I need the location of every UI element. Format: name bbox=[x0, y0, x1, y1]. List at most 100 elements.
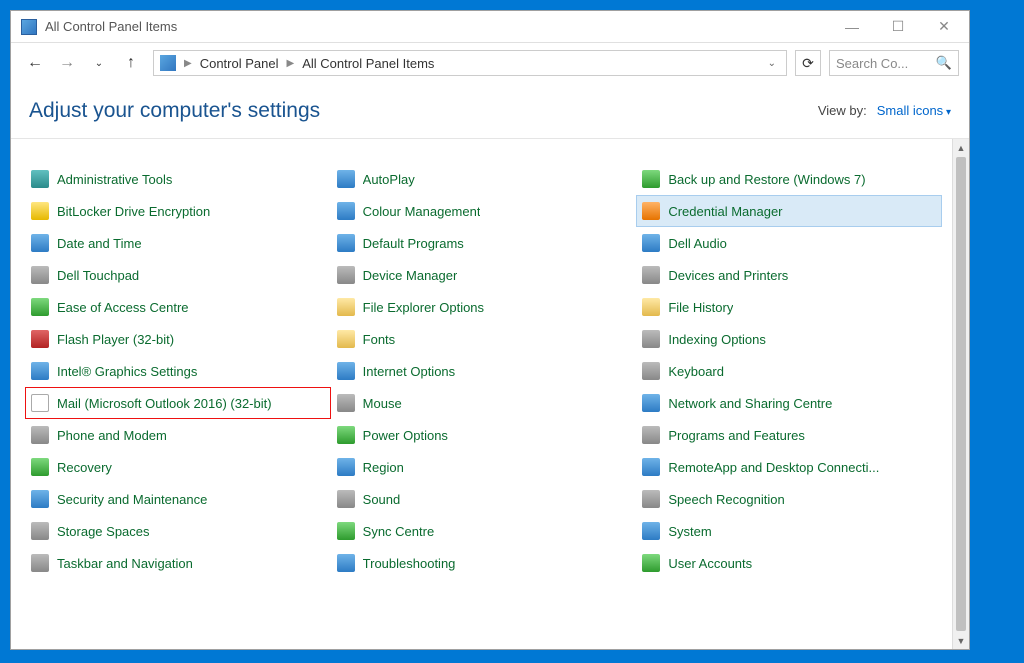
item-icon bbox=[337, 490, 355, 508]
cp-item-speech-recognition[interactable]: Speech Recognition bbox=[636, 483, 942, 515]
cp-item-colour-management[interactable]: Colour Management bbox=[331, 195, 637, 227]
item-icon bbox=[337, 298, 355, 316]
search-placeholder: Search Co... bbox=[836, 56, 908, 71]
cp-item-storage-spaces[interactable]: Storage Spaces bbox=[25, 515, 331, 547]
item-icon bbox=[31, 522, 49, 540]
cp-item-troubleshooting[interactable]: Troubleshooting bbox=[331, 547, 637, 579]
cp-item-region[interactable]: Region bbox=[331, 451, 637, 483]
item-label: System bbox=[668, 524, 711, 539]
cp-item-user-accounts[interactable]: User Accounts bbox=[636, 547, 942, 579]
item-icon bbox=[31, 426, 49, 444]
item-label: File Explorer Options bbox=[363, 300, 484, 315]
up-button[interactable]: ↑ bbox=[117, 49, 145, 77]
cp-item-intel-graphics-settings[interactable]: Intel® Graphics Settings bbox=[25, 355, 331, 387]
cp-item-keyboard[interactable]: Keyboard bbox=[636, 355, 942, 387]
item-icon bbox=[337, 170, 355, 188]
cp-item-network-and-sharing-centre[interactable]: Network and Sharing Centre bbox=[636, 387, 942, 419]
cp-item-mail-microsoft-outlook-2016-32-bit[interactable]: Mail (Microsoft Outlook 2016) (32-bit) bbox=[25, 387, 331, 419]
cp-item-bitlocker-drive-encryption[interactable]: BitLocker Drive Encryption bbox=[25, 195, 331, 227]
item-icon bbox=[337, 426, 355, 444]
cp-item-sync-centre[interactable]: Sync Centre bbox=[331, 515, 637, 547]
minimize-button[interactable]: — bbox=[829, 12, 875, 42]
cp-item-phone-and-modem[interactable]: Phone and Modem bbox=[25, 419, 331, 451]
cp-item-remoteapp-and-desktop-connecti[interactable]: RemoteApp and Desktop Connecti... bbox=[636, 451, 942, 483]
item-icon bbox=[337, 234, 355, 252]
cp-item-sound[interactable]: Sound bbox=[331, 483, 637, 515]
address-chevron-icon[interactable]: ⌄ bbox=[764, 58, 780, 69]
item-icon bbox=[31, 362, 49, 380]
item-label: Taskbar and Navigation bbox=[57, 556, 193, 571]
cp-item-date-and-time[interactable]: Date and Time bbox=[25, 227, 331, 259]
item-icon bbox=[642, 426, 660, 444]
item-label: Indexing Options bbox=[668, 332, 766, 347]
cp-item-system[interactable]: System bbox=[636, 515, 942, 547]
control-panel-icon bbox=[21, 19, 37, 35]
item-label: Power Options bbox=[363, 428, 448, 443]
scroll-up-icon[interactable]: ▲ bbox=[953, 139, 969, 156]
breadcrumb-sep-icon: ▶ bbox=[284, 58, 296, 69]
item-icon bbox=[31, 458, 49, 476]
item-label: Troubleshooting bbox=[363, 556, 456, 571]
address-bar[interactable]: ▶ Control Panel ▶ All Control Panel Item… bbox=[153, 50, 787, 76]
item-label: Dell Touchpad bbox=[57, 268, 139, 283]
view-by-select[interactable]: Small icons bbox=[877, 103, 951, 118]
item-icon bbox=[31, 394, 49, 412]
address-icon bbox=[160, 55, 176, 71]
cp-item-internet-options[interactable]: Internet Options bbox=[331, 355, 637, 387]
cp-item-flash-player-32-bit[interactable]: Flash Player (32-bit) bbox=[25, 323, 331, 355]
cp-item-file-explorer-options[interactable]: File Explorer Options bbox=[331, 291, 637, 323]
recent-dropdown[interactable]: ⌄ bbox=[85, 49, 113, 77]
item-icon bbox=[642, 202, 660, 220]
cp-item-security-and-maintenance[interactable]: Security and Maintenance bbox=[25, 483, 331, 515]
item-label: Date and Time bbox=[57, 236, 142, 251]
cp-item-default-programs[interactable]: Default Programs bbox=[331, 227, 637, 259]
cp-item-mouse[interactable]: Mouse bbox=[331, 387, 637, 419]
item-icon bbox=[337, 362, 355, 380]
cp-item-recovery[interactable]: Recovery bbox=[25, 451, 331, 483]
item-icon bbox=[642, 298, 660, 316]
cp-item-back-up-and-restore-windows-7[interactable]: Back up and Restore (Windows 7) bbox=[636, 163, 942, 195]
cp-item-file-history[interactable]: File History bbox=[636, 291, 942, 323]
item-icon bbox=[337, 266, 355, 284]
close-button[interactable]: ✕ bbox=[921, 12, 967, 42]
maximize-button[interactable]: ☐ bbox=[875, 12, 921, 42]
item-label: Phone and Modem bbox=[57, 428, 167, 443]
control-panel-window: All Control Panel Items — ☐ ✕ ← → ⌄ ↑ ▶ … bbox=[10, 10, 970, 650]
cp-item-power-options[interactable]: Power Options bbox=[331, 419, 637, 451]
item-label: Internet Options bbox=[363, 364, 456, 379]
breadcrumb-0[interactable]: Control Panel bbox=[196, 54, 283, 73]
cp-item-administrative-tools[interactable]: Administrative Tools bbox=[25, 163, 331, 195]
cp-item-fonts[interactable]: Fonts bbox=[331, 323, 637, 355]
item-icon bbox=[337, 554, 355, 572]
item-icon bbox=[31, 170, 49, 188]
cp-item-credential-manager[interactable]: Credential Manager bbox=[636, 195, 942, 227]
cp-item-device-manager[interactable]: Device Manager bbox=[331, 259, 637, 291]
item-icon bbox=[337, 394, 355, 412]
item-label: Administrative Tools bbox=[57, 172, 172, 187]
item-label: Sound bbox=[363, 492, 401, 507]
back-button[interactable]: ← bbox=[21, 49, 49, 77]
items-grid: Administrative Tools AutoPlayBack up and … bbox=[11, 139, 952, 649]
forward-button[interactable]: → bbox=[53, 49, 81, 77]
breadcrumb-1[interactable]: All Control Panel Items bbox=[298, 54, 438, 73]
scrollbar[interactable]: ▲ ▼ bbox=[952, 139, 969, 649]
item-label: Ease of Access Centre bbox=[57, 300, 189, 315]
cp-item-programs-and-features[interactable]: Programs and Features bbox=[636, 419, 942, 451]
cp-item-ease-of-access-centre[interactable]: Ease of Access Centre bbox=[25, 291, 331, 323]
item-icon bbox=[642, 554, 660, 572]
cp-item-devices-and-printers[interactable]: Devices and Printers bbox=[636, 259, 942, 291]
cp-item-dell-touchpad[interactable]: Dell Touchpad bbox=[25, 259, 331, 291]
header-row: Adjust your computer's settings View by:… bbox=[11, 83, 969, 139]
refresh-button[interactable]: ⟳ bbox=[795, 50, 821, 76]
cp-item-dell-audio[interactable]: Dell Audio bbox=[636, 227, 942, 259]
item-icon bbox=[337, 330, 355, 348]
item-label: Security and Maintenance bbox=[57, 492, 207, 507]
item-icon bbox=[642, 522, 660, 540]
search-input[interactable]: Search Co... 🔍 bbox=[829, 50, 959, 76]
scroll-down-icon[interactable]: ▼ bbox=[953, 632, 969, 649]
search-icon: 🔍 bbox=[936, 55, 952, 71]
cp-item-autoplay[interactable]: AutoPlay bbox=[331, 163, 637, 195]
cp-item-taskbar-and-navigation[interactable]: Taskbar and Navigation bbox=[25, 547, 331, 579]
scroll-thumb[interactable] bbox=[956, 157, 966, 631]
cp-item-indexing-options[interactable]: Indexing Options bbox=[636, 323, 942, 355]
